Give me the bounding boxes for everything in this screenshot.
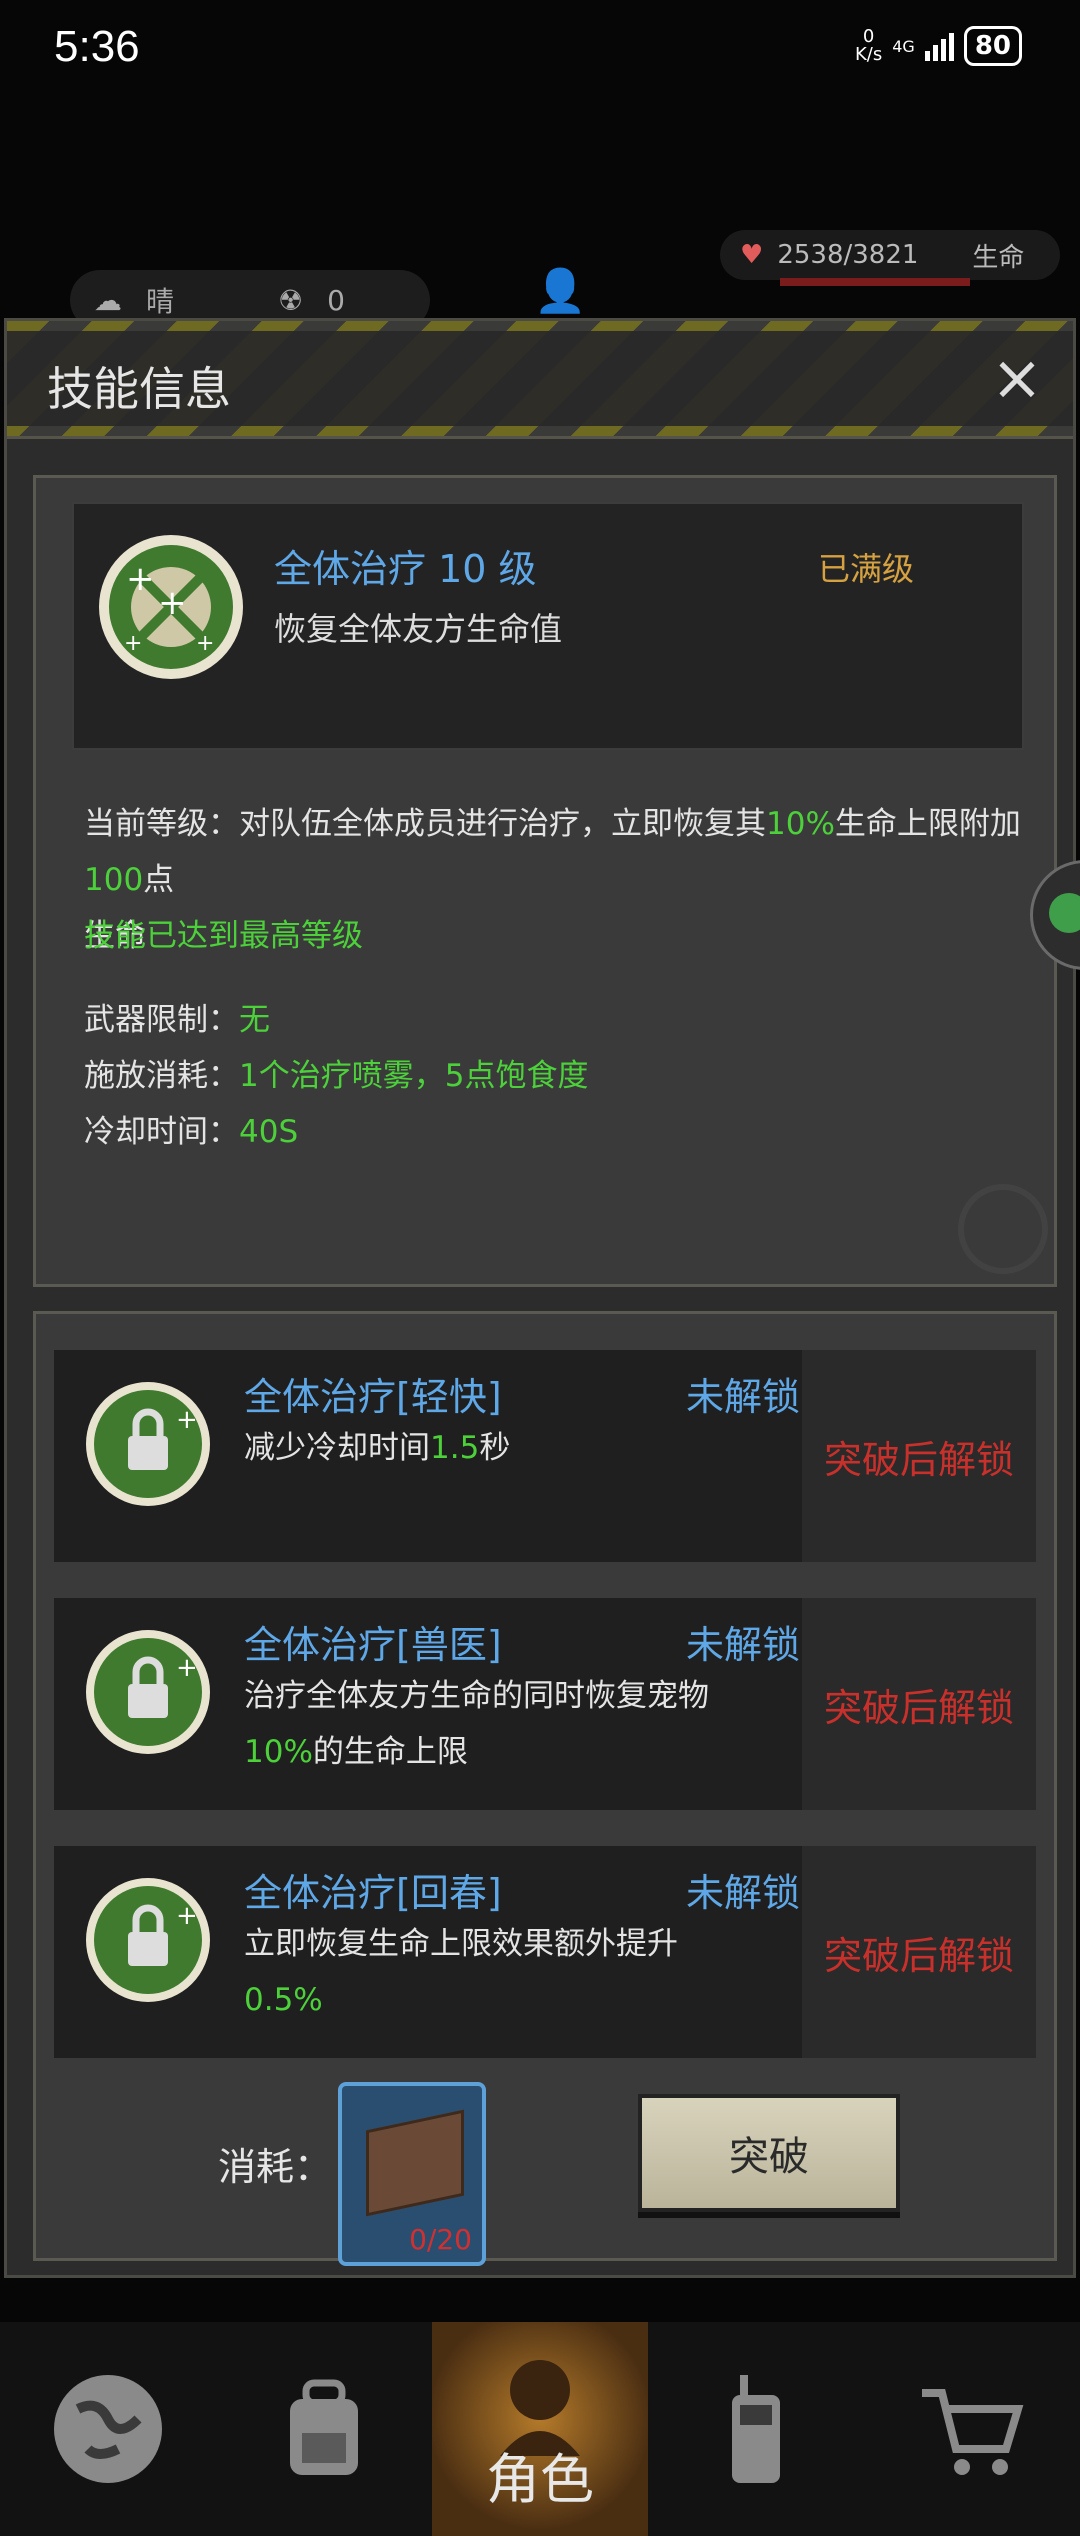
talent-name: 全体治疗[兽医] [244, 1623, 502, 1667]
cost-label: 施放消耗： [84, 1058, 239, 1094]
weather-text: 晴 [146, 285, 175, 318]
nav-shop[interactable] [864, 2322, 1080, 2536]
hp-panel: ♥ 2538/3821 生命 [720, 230, 1060, 280]
radio-icon [732, 2375, 780, 2483]
add-person-icon: 👤 [534, 266, 587, 315]
radiation-icon: ☢ [278, 283, 304, 317]
cooldown: 冷却时间：40S [84, 1104, 298, 1160]
svg-text:+: + [176, 1653, 198, 1683]
unlock-after-breakthrough: 突破后解锁 [802, 1350, 1036, 1562]
talent-panel: + 全体治疗[轻快] 未解锁 减少冷却时间1.5秒 突破后解锁 + 全体治疗[兽… [33, 1311, 1057, 2266]
weapon-value: 无 [239, 1002, 270, 1038]
speed-unit: K/s [854, 44, 883, 65]
cooldown-label: 冷却时间： [84, 1114, 239, 1150]
svg-text:+: + [124, 631, 142, 656]
consume-label: 消耗： [218, 2145, 333, 2189]
talent-name: 全体治疗[回春] [244, 1871, 502, 1915]
breakthrough-button[interactable]: 突破 [638, 2094, 900, 2212]
heart-icon: ♥ [740, 240, 764, 270]
status-icons: 0 K/s 4G 80 [855, 26, 1022, 66]
max-reached-text: 技能已达到最高等级 [84, 918, 363, 954]
modal-title: 技能信息 [47, 362, 231, 416]
battery-icon: 80 [963, 26, 1022, 66]
cloud-icon: ☁ [94, 283, 122, 317]
talent-row[interactable]: + 全体治疗[轻快] 未解锁 减少冷却时间1.5秒 突破后解锁 [54, 1350, 1036, 1562]
talent-row[interactable]: + 全体治疗[兽医] 未解锁 治疗全体友方生命的同时恢复宠物 10%的生命上限 突… [54, 1598, 1036, 1810]
locked-talent-icon: + [86, 1878, 210, 2002]
locked-talent-icon: + [86, 1382, 210, 1506]
talent-description: 立即恢复生命上限效果额外提升 0.5% [244, 1916, 714, 2028]
bottom-nav: 角色 [0, 2322, 1080, 2536]
cast-cost: 施放消耗：1个治疗喷雾，5点饱食度 [84, 1048, 588, 1104]
talent-status: 未解锁 [686, 1623, 801, 1667]
backpack-icon [290, 2379, 358, 2475]
locked-talent-icon: + [86, 1630, 210, 1754]
nav-map[interactable] [0, 2322, 216, 2536]
talent-description: 减少冷却时间1.5秒 [244, 1420, 714, 1476]
hp-value: 2538/3821 [777, 240, 919, 270]
nav-radio[interactable] [648, 2322, 864, 2536]
svg-text:+: + [126, 559, 155, 599]
cost-value: 1个治疗喷雾，5点饱食度 [239, 1058, 589, 1094]
svg-text:+: + [176, 1405, 198, 1435]
svg-text:+: + [158, 583, 187, 623]
status-time: 5:36 [54, 22, 140, 71]
talent-description: 治疗全体友方生命的同时恢复宠物 10%的生命上限 [244, 1668, 714, 1780]
close-button[interactable]: × [987, 347, 1047, 409]
network-type: 4G [892, 36, 915, 56]
talent-status: 未解锁 [686, 1375, 801, 1419]
current-level-amount: 100 [84, 862, 144, 898]
weapon-limit: 武器限制：无 [84, 992, 270, 1048]
skill-card: + + + + 全体治疗 10 级 已满级 恢复全体友方生命值 [72, 502, 1024, 750]
signal-icon [924, 31, 954, 61]
radiation-watermark-icon [958, 1184, 1048, 1274]
nav-backpack[interactable] [216, 2322, 432, 2536]
book-icon [366, 2109, 464, 2217]
max-level-badge: 已满级 [818, 550, 915, 588]
skill-description: 恢复全体友方生命值 [274, 610, 563, 648]
current-level-mid: 生命上限附加 [834, 806, 1021, 842]
hp-label: 生命 [972, 242, 1025, 273]
item-count: 0/20 [409, 2223, 472, 2256]
current-level-suffix: 点 [143, 862, 175, 898]
talent-name: 全体治疗[轻快] [244, 1375, 502, 1419]
talent-desc-value: 10% [244, 1734, 313, 1770]
group-heal-icon: + + + + [99, 535, 243, 679]
globe-icon [54, 2375, 162, 2483]
talent-desc-value: 0.5% [244, 1982, 323, 2018]
nav-character[interactable]: 角色 [432, 2322, 648, 2536]
talent-desc-text: 立即恢复生命上限效果额外提升 [244, 1926, 678, 1962]
hp-bar [780, 278, 970, 286]
current-level-prefix: 当前等级：对队伍全体成员进行治疗，立即恢复其 [84, 806, 766, 842]
radiation-value: 0 [327, 283, 345, 317]
skill-info-modal: 技能信息 × + + + + 全体治疗 10 级 已满级 恢复全体友方生命值 当… [4, 318, 1076, 2278]
skill-info-panel: + + + + 全体治疗 10 级 已满级 恢复全体友方生命值 当前等级：对队伍… [33, 475, 1057, 1287]
modal-header: 技能信息 × [7, 321, 1073, 439]
skill-name: 全体治疗 10 级 [274, 547, 537, 591]
talent-status: 未解锁 [686, 1871, 801, 1915]
talent-desc-text: 治疗全体友方生命的同时恢复宠物 [244, 1678, 709, 1714]
unlock-after-breakthrough: 突破后解锁 [802, 1598, 1036, 1810]
talent-desc-text: 减少冷却时间 [244, 1430, 430, 1466]
weapon-label: 武器限制： [84, 1002, 239, 1038]
talent-desc-suffix: 的生命上限 [312, 1734, 468, 1770]
network-speed: 0 K/s [855, 28, 882, 64]
talent-desc-value: 1.5 [430, 1430, 480, 1466]
nav-label: 角色 [486, 2448, 594, 2511]
cart-icon [922, 2389, 1024, 2475]
consume-item-slot[interactable]: 0/20 [338, 2082, 486, 2266]
current-level-pct: 10% [766, 806, 835, 842]
game-hud: ☁ 晴 ☢ 0 👤 ♥ 2538/3821 生命 [0, 220, 1080, 330]
unlock-after-breakthrough: 突破后解锁 [802, 1846, 1036, 2058]
talent-row[interactable]: + 全体治疗[回春] 未解锁 立即恢复生命上限效果额外提升 0.5% 突破后解锁 [54, 1846, 1036, 2058]
svg-text:+: + [196, 631, 214, 656]
status-bar: 5:36 0 K/s 4G 80 [0, 0, 1080, 100]
talent-desc-suffix: 秒 [479, 1430, 511, 1466]
svg-text:+: + [176, 1901, 198, 1931]
cooldown-value: 40S [239, 1114, 299, 1150]
